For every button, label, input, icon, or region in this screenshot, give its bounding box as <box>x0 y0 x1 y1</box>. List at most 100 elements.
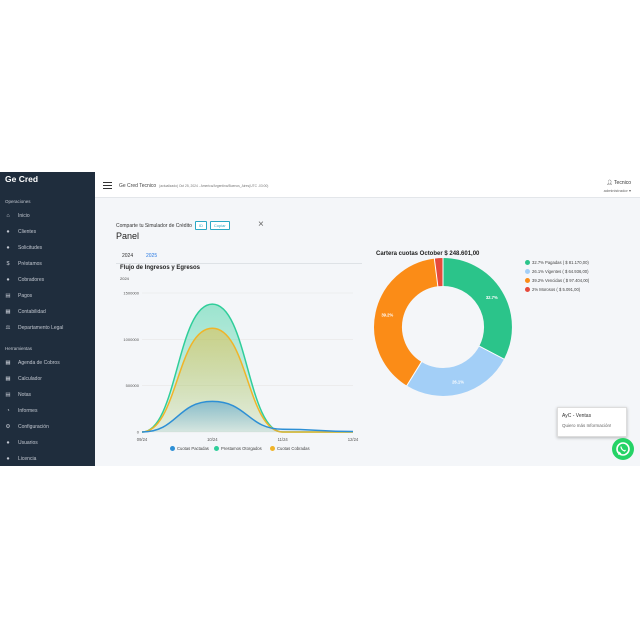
legend-item[interactable]: 26.1% Vigentes ( $ 64.936,00) <box>525 269 589 274</box>
sidebar-item-label: Contabilidad <box>18 308 46 315</box>
sidebar-item-cobradores[interactable]: ● Cobradores <box>5 275 44 284</box>
license-icon: ● <box>6 455 10 462</box>
sidebar-item-label: Notas <box>18 391 32 398</box>
legend-dot <box>525 269 530 274</box>
hamburger-menu-icon[interactable] <box>103 182 112 190</box>
legend-dot <box>170 446 175 451</box>
sidebar-item-préstamos[interactable]: $ Préstamos <box>5 259 42 268</box>
whatsapp-button[interactable] <box>612 438 634 460</box>
money-icon: ▤ <box>5 292 11 299</box>
legend-item[interactable]: Cuotas Cobradas <box>270 446 310 451</box>
donut-slice <box>374 258 439 386</box>
close-icon[interactable]: × <box>258 220 264 230</box>
flow-chart-title: Flujo de Ingresos y Egresos <box>120 265 201 271</box>
caret-down-icon: ▾ <box>628 188 631 193</box>
year-tabs: 2024 2025 <box>116 251 362 264</box>
sidebar-item-label: Inicio <box>18 212 30 219</box>
sidebar-item-solicitudes[interactable]: ● Solicitudes <box>5 243 42 252</box>
sidebar-item-notas[interactable]: ▤ Notas <box>5 390 31 399</box>
home-icon: ⌂ <box>6 212 10 219</box>
x-tick-label: 12/24 <box>348 437 359 442</box>
tab-2025[interactable]: 2025 <box>146 253 157 259</box>
x-tick-label: 09/24 <box>137 437 148 442</box>
sidebar-item-departamento-legal[interactable]: ⚖ Departamento Legal <box>5 323 64 332</box>
sidebar-item-label: Clientes <box>18 228 37 235</box>
share-label: Comparte tu Simulador de Crédito <box>116 222 192 229</box>
legend-item[interactable]: Cuotas Pactadas <box>170 446 209 451</box>
group-icon: ● <box>6 276 10 283</box>
donut-slice-label: 32.7% <box>486 295 498 300</box>
sidebar-item-label: Licencia <box>18 455 37 462</box>
sidebar-item-clientes[interactable]: ● Clientes <box>5 227 36 236</box>
page-title: Panel <box>116 231 140 241</box>
legend-item[interactable]: 32.7% Pagadas ( $ 81.170,00) <box>525 260 589 265</box>
calculator-icon: ▦ <box>5 308 11 315</box>
sidebar-item-label: Departamento Legal <box>18 324 64 331</box>
share-simulator: Comparte tu Simulador de Crédito ID Copi… <box>116 221 230 230</box>
sidebar-item-label: Solicitudes <box>18 244 43 251</box>
sidebar-item-label: Agenda de Cobros <box>18 359 60 366</box>
dollar-icon: $ <box>6 260 10 267</box>
sidebar-item-pagos[interactable]: ▤ Pagos <box>5 291 32 300</box>
legend-item[interactable]: 2% Morosos ( $ 5.091,00) <box>525 287 580 292</box>
legend-label: 26.1% Vigentes ( $ 64.936,00) <box>532 269 589 274</box>
legend-dot <box>270 446 275 451</box>
legend-label: 39.2% Vencidas ( $ 97.404,00) <box>532 278 590 283</box>
sidebar: Ge Cred Operaciones ⌂ Inicio ● Clientes ● Sol… <box>0 172 95 466</box>
legend-dot <box>525 287 530 292</box>
portfolio-donut-chart: 32.7% 26.1% 39.2% <box>374 257 512 396</box>
x-tick-label: 11/24 <box>278 437 289 442</box>
note-icon: ▤ <box>5 391 11 398</box>
share-id-button[interactable]: ID <box>194 221 207 230</box>
sidebar-item-agenda-de-cobros[interactable]: ▦ Agenda de Cobros <box>5 358 60 367</box>
sidebar-item-label: Pagos <box>18 292 33 299</box>
brand-logo[interactable]: Ge Cred <box>5 174 38 184</box>
donut-slice <box>442 258 512 360</box>
popup-title: AyC - Ventas <box>562 413 592 419</box>
calendar-icon: ▦ <box>5 359 11 366</box>
sidebar-item-label: Configuración <box>18 423 49 430</box>
copy-button[interactable]: Copiar <box>209 221 230 230</box>
sidebar-item-label: Calculador <box>18 375 42 382</box>
donut-slice-label: 39.2% <box>381 312 393 317</box>
legend-label: 32.7% Pagadas ( $ 81.170,00) <box>532 260 589 265</box>
users-icon: ● <box>6 244 10 251</box>
section-herramientas: Herramientas <box>5 346 33 351</box>
sidebar-item-informes[interactable]: ◔ Informes <box>5 406 37 415</box>
sidebar-item-label: Informes <box>18 407 38 414</box>
user-menu[interactable]: 👤︎ Tecnico administrador ▾ <box>604 180 631 194</box>
flow-area-chart: 0 500000 1000000 1500000 09/24 10/24 11/24 12/2… <box>123 291 359 443</box>
breadcrumb: Ge Cred Tecnico (actualizado) Oct 25, 202… <box>119 183 268 189</box>
user-role: administrador <box>603 188 628 193</box>
user-icon: ● <box>6 439 10 446</box>
section-operaciones: Operaciones <box>5 199 31 204</box>
legend-item[interactable]: 39.2% Vencidas ( $ 97.404,00) <box>525 278 589 283</box>
user-icon: 👤︎ <box>606 180 613 186</box>
legend-item[interactable]: Prestamos Otorgados <box>214 446 262 451</box>
sidebar-item-label: Préstamos <box>18 260 42 267</box>
tab-2024[interactable]: 2024 <box>122 253 133 259</box>
legend-label: 2% Morosos ( $ 5.091,00) <box>532 287 581 292</box>
legend-dot <box>525 260 530 265</box>
user-name: Tecnico <box>614 180 631 186</box>
legend-dot <box>525 278 530 283</box>
sidebar-item-label: Usuarios <box>18 439 38 446</box>
top-navbar: Ge Cred Tecnico (actualizado) Oct 25, 202… <box>95 172 640 198</box>
sidebar-item-licencia[interactable]: ● Licencia <box>5 454 36 463</box>
y-tick-label: 0 <box>137 430 140 435</box>
legend-label: Cuotas Cobradas <box>277 446 310 451</box>
sidebar-item-inicio[interactable]: ⌂ Inicio <box>5 211 30 220</box>
y-tick-label: 500000 <box>126 383 140 388</box>
sidebar-item-contabilidad[interactable]: ▦ Contabilidad <box>5 307 46 316</box>
whatsapp-icon <box>616 442 630 456</box>
calculator-icon: ▦ <box>5 375 11 382</box>
legend-label: Cuotas Pactadas <box>177 446 209 451</box>
sidebar-item-usuarios[interactable]: ● Usuarios <box>5 438 38 447</box>
sales-popup[interactable]: AyC - Ventas Quiero más Información! <box>557 407 627 437</box>
flow-chart-year: 2024 <box>120 276 129 281</box>
x-tick-label: 10/24 <box>207 437 218 442</box>
y-tick-label: 1000000 <box>123 337 139 342</box>
popup-subtitle: Quiero más Información! <box>562 423 612 428</box>
sidebar-item-configuración[interactable]: ⚙ Configuración <box>5 422 49 431</box>
sidebar-item-calculador[interactable]: ▦ Calculador <box>5 374 42 383</box>
